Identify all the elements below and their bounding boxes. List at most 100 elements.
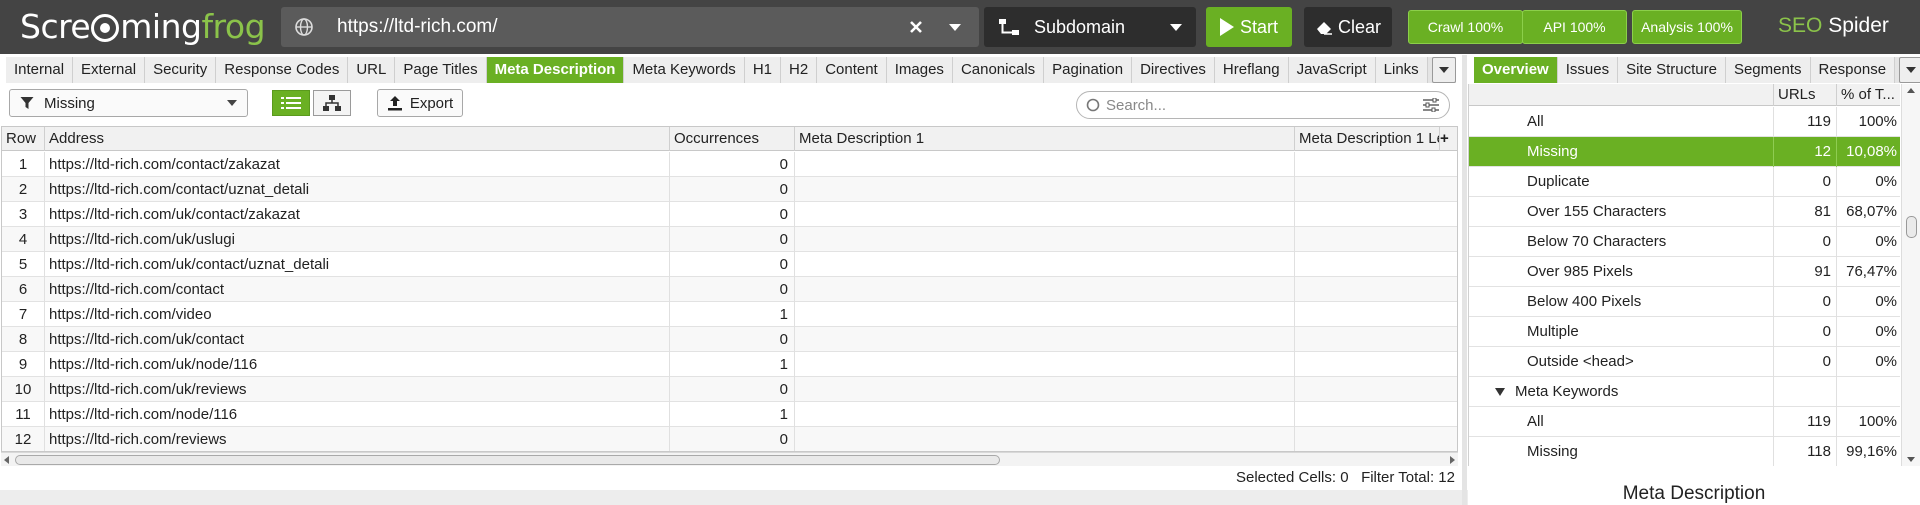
table-row[interactable]: 7 https://ltd-rich.com/video 1	[2, 302, 1457, 327]
cell-meta-description[interactable]	[795, 177, 1295, 202]
cell-meta-description-length[interactable]	[1295, 177, 1457, 202]
scroll-up-icon[interactable]	[1907, 88, 1915, 93]
tab-links[interactable]: Links	[1375, 57, 1428, 83]
cell-meta-description[interactable]	[795, 252, 1295, 277]
cell-address[interactable]: https://ltd-rich.com/video	[45, 302, 670, 327]
cell-meta-description-length[interactable]	[1295, 327, 1457, 352]
tab-h2[interactable]: H2	[781, 57, 818, 83]
cell-meta-description[interactable]	[795, 377, 1295, 402]
cell-address[interactable]: https://ltd-rich.com/contact	[45, 277, 670, 302]
overview-row[interactable]: Duplicate 0 0%	[1469, 167, 1900, 197]
scrollbar-thumb[interactable]	[15, 455, 1000, 465]
cell-meta-description[interactable]	[795, 402, 1295, 427]
url-text[interactable]: https://ltd-rich.com/	[337, 16, 909, 38]
scrollbar-thumb[interactable]	[1906, 216, 1917, 238]
column-header-percent[interactable]: % of T...	[1836, 84, 1900, 106]
tab-security[interactable]: Security	[145, 57, 217, 83]
cell-occurrences[interactable]: 0	[670, 377, 795, 402]
cell-occurrences[interactable]: 1	[670, 302, 795, 327]
table-row[interactable]: 11 https://ltd-rich.com/node/116 1	[2, 402, 1457, 427]
cell-address[interactable]: https://ltd-rich.com/node/116	[45, 402, 670, 427]
analysis-progress-badge[interactable]: Analysis 100%	[1632, 10, 1742, 44]
table-row[interactable]: 12 https://ltd-rich.com/reviews 0	[2, 427, 1457, 451]
column-header-meta-description-length[interactable]: Meta Description 1 Le	[1295, 127, 1440, 151]
tab-pagination[interactable]: Pagination	[1044, 57, 1133, 83]
crawl-progress-badge[interactable]: Crawl 100%	[1408, 10, 1523, 44]
search-input[interactable]: Search...	[1076, 91, 1450, 119]
vertical-scrollbar[interactable]	[1901, 84, 1920, 466]
cell-meta-description[interactable]	[795, 427, 1295, 451]
url-history-chevron-down-icon[interactable]	[949, 23, 961, 31]
clear-button[interactable]: Clear	[1304, 7, 1392, 47]
cell-meta-description-length[interactable]	[1295, 152, 1457, 177]
cell-meta-description-length[interactable]	[1295, 427, 1457, 451]
tree-view-button[interactable]	[313, 90, 351, 116]
column-header-address[interactable]: Address	[45, 127, 670, 151]
overview-row[interactable]: Missing 12 10,08%	[1469, 137, 1900, 167]
tab-directives[interactable]: Directives	[1132, 57, 1215, 83]
tab-javascript[interactable]: JavaScript	[1288, 57, 1376, 83]
cell-meta-description-length[interactable]	[1295, 302, 1457, 327]
expand-triangle-icon[interactable]	[1495, 388, 1505, 397]
tab-internal[interactable]: Internal	[6, 57, 74, 83]
clear-url-icon[interactable]	[909, 20, 923, 34]
tab-external[interactable]: External	[73, 57, 146, 83]
export-button[interactable]: Export	[377, 89, 463, 117]
cell-row[interactable]: 9	[2, 352, 45, 377]
cell-meta-description-length[interactable]	[1295, 377, 1457, 402]
cell-row[interactable]: 8	[2, 327, 45, 352]
tab-h1[interactable]: H1	[744, 57, 781, 83]
cell-address[interactable]: https://ltd-rich.com/uk/contact/zakazat	[45, 202, 670, 227]
cell-row[interactable]: 5	[2, 252, 45, 277]
table-row[interactable]: 3 https://ltd-rich.com/uk/contact/zakazat…	[2, 202, 1457, 227]
overview-row[interactable]: Below 70 Characters 0 0%	[1469, 227, 1900, 257]
cell-meta-description-length[interactable]	[1295, 227, 1457, 252]
cell-meta-description[interactable]	[795, 277, 1295, 302]
cell-address[interactable]: https://ltd-rich.com/contact/zakazat	[45, 152, 670, 177]
overview-row[interactable]: All 119 100%	[1469, 407, 1900, 437]
tab-response-codes[interactable]: Response Codes	[216, 57, 349, 83]
more-tabs-chevron-down-icon[interactable]	[1431, 57, 1456, 83]
column-header-urls[interactable]: URLs	[1773, 84, 1836, 106]
table-row[interactable]: 9 https://ltd-rich.com/uk/node/116 1	[2, 352, 1457, 377]
right-tab-overview[interactable]: Overview	[1474, 57, 1558, 83]
cell-occurrences[interactable]: 1	[670, 402, 795, 427]
cell-meta-description-length[interactable]	[1295, 402, 1457, 427]
column-header-meta-description[interactable]: Meta Description 1	[795, 127, 1295, 151]
cell-meta-description-length[interactable]	[1295, 352, 1457, 377]
cell-row[interactable]: 12	[2, 427, 45, 451]
cell-row[interactable]: 2	[2, 177, 45, 202]
cell-occurrences[interactable]: 0	[670, 227, 795, 252]
tab-meta-description[interactable]: Meta Description	[486, 57, 625, 83]
right-tab-segments[interactable]: Segments	[1725, 57, 1811, 83]
cell-row[interactable]: 1	[2, 152, 45, 177]
cell-address[interactable]: https://ltd-rich.com/uk/contact/uznat_de…	[45, 252, 670, 277]
tab-hreflang[interactable]: Hreflang	[1214, 57, 1289, 83]
table-row[interactable]: 8 https://ltd-rich.com/uk/contact 0	[2, 327, 1457, 352]
table-row[interactable]: 2 https://ltd-rich.com/contact/uznat_deta…	[2, 177, 1457, 202]
cell-meta-description[interactable]	[795, 327, 1295, 352]
cell-occurrences[interactable]: 1	[670, 352, 795, 377]
cell-address[interactable]: https://ltd-rich.com/uk/node/116	[45, 352, 670, 377]
cell-row[interactable]: 11	[2, 402, 45, 427]
overview-row[interactable]: All 119 100%	[1469, 107, 1900, 137]
overview-row[interactable]: Outside <head> 0 0%	[1469, 347, 1900, 377]
cell-occurrences[interactable]: 0	[670, 327, 795, 352]
list-view-button[interactable]	[272, 90, 310, 116]
tab-images[interactable]: Images	[886, 57, 953, 83]
url-input[interactable]: https://ltd-rich.com/	[281, 7, 979, 47]
table-row[interactable]: 5 https://ltd-rich.com/uk/contact/uznat_d…	[2, 252, 1457, 277]
cell-occurrences[interactable]: 0	[670, 152, 795, 177]
right-tab-response[interactable]: Response	[1810, 57, 1896, 83]
cell-row[interactable]: 4	[2, 227, 45, 252]
cell-occurrences[interactable]: 0	[670, 252, 795, 277]
start-button[interactable]: Start	[1206, 7, 1292, 47]
overview-row[interactable]: Missing 118 99,16%	[1469, 437, 1900, 466]
cell-meta-description-length[interactable]	[1295, 202, 1457, 227]
scroll-left-icon[interactable]	[4, 456, 9, 464]
cell-occurrences[interactable]: 0	[670, 427, 795, 451]
cell-meta-description[interactable]	[795, 302, 1295, 327]
horizontal-scrollbar[interactable]	[1, 452, 1458, 466]
overview-row[interactable]: Below 400 Pixels 0 0%	[1469, 287, 1900, 317]
cell-row[interactable]: 10	[2, 377, 45, 402]
